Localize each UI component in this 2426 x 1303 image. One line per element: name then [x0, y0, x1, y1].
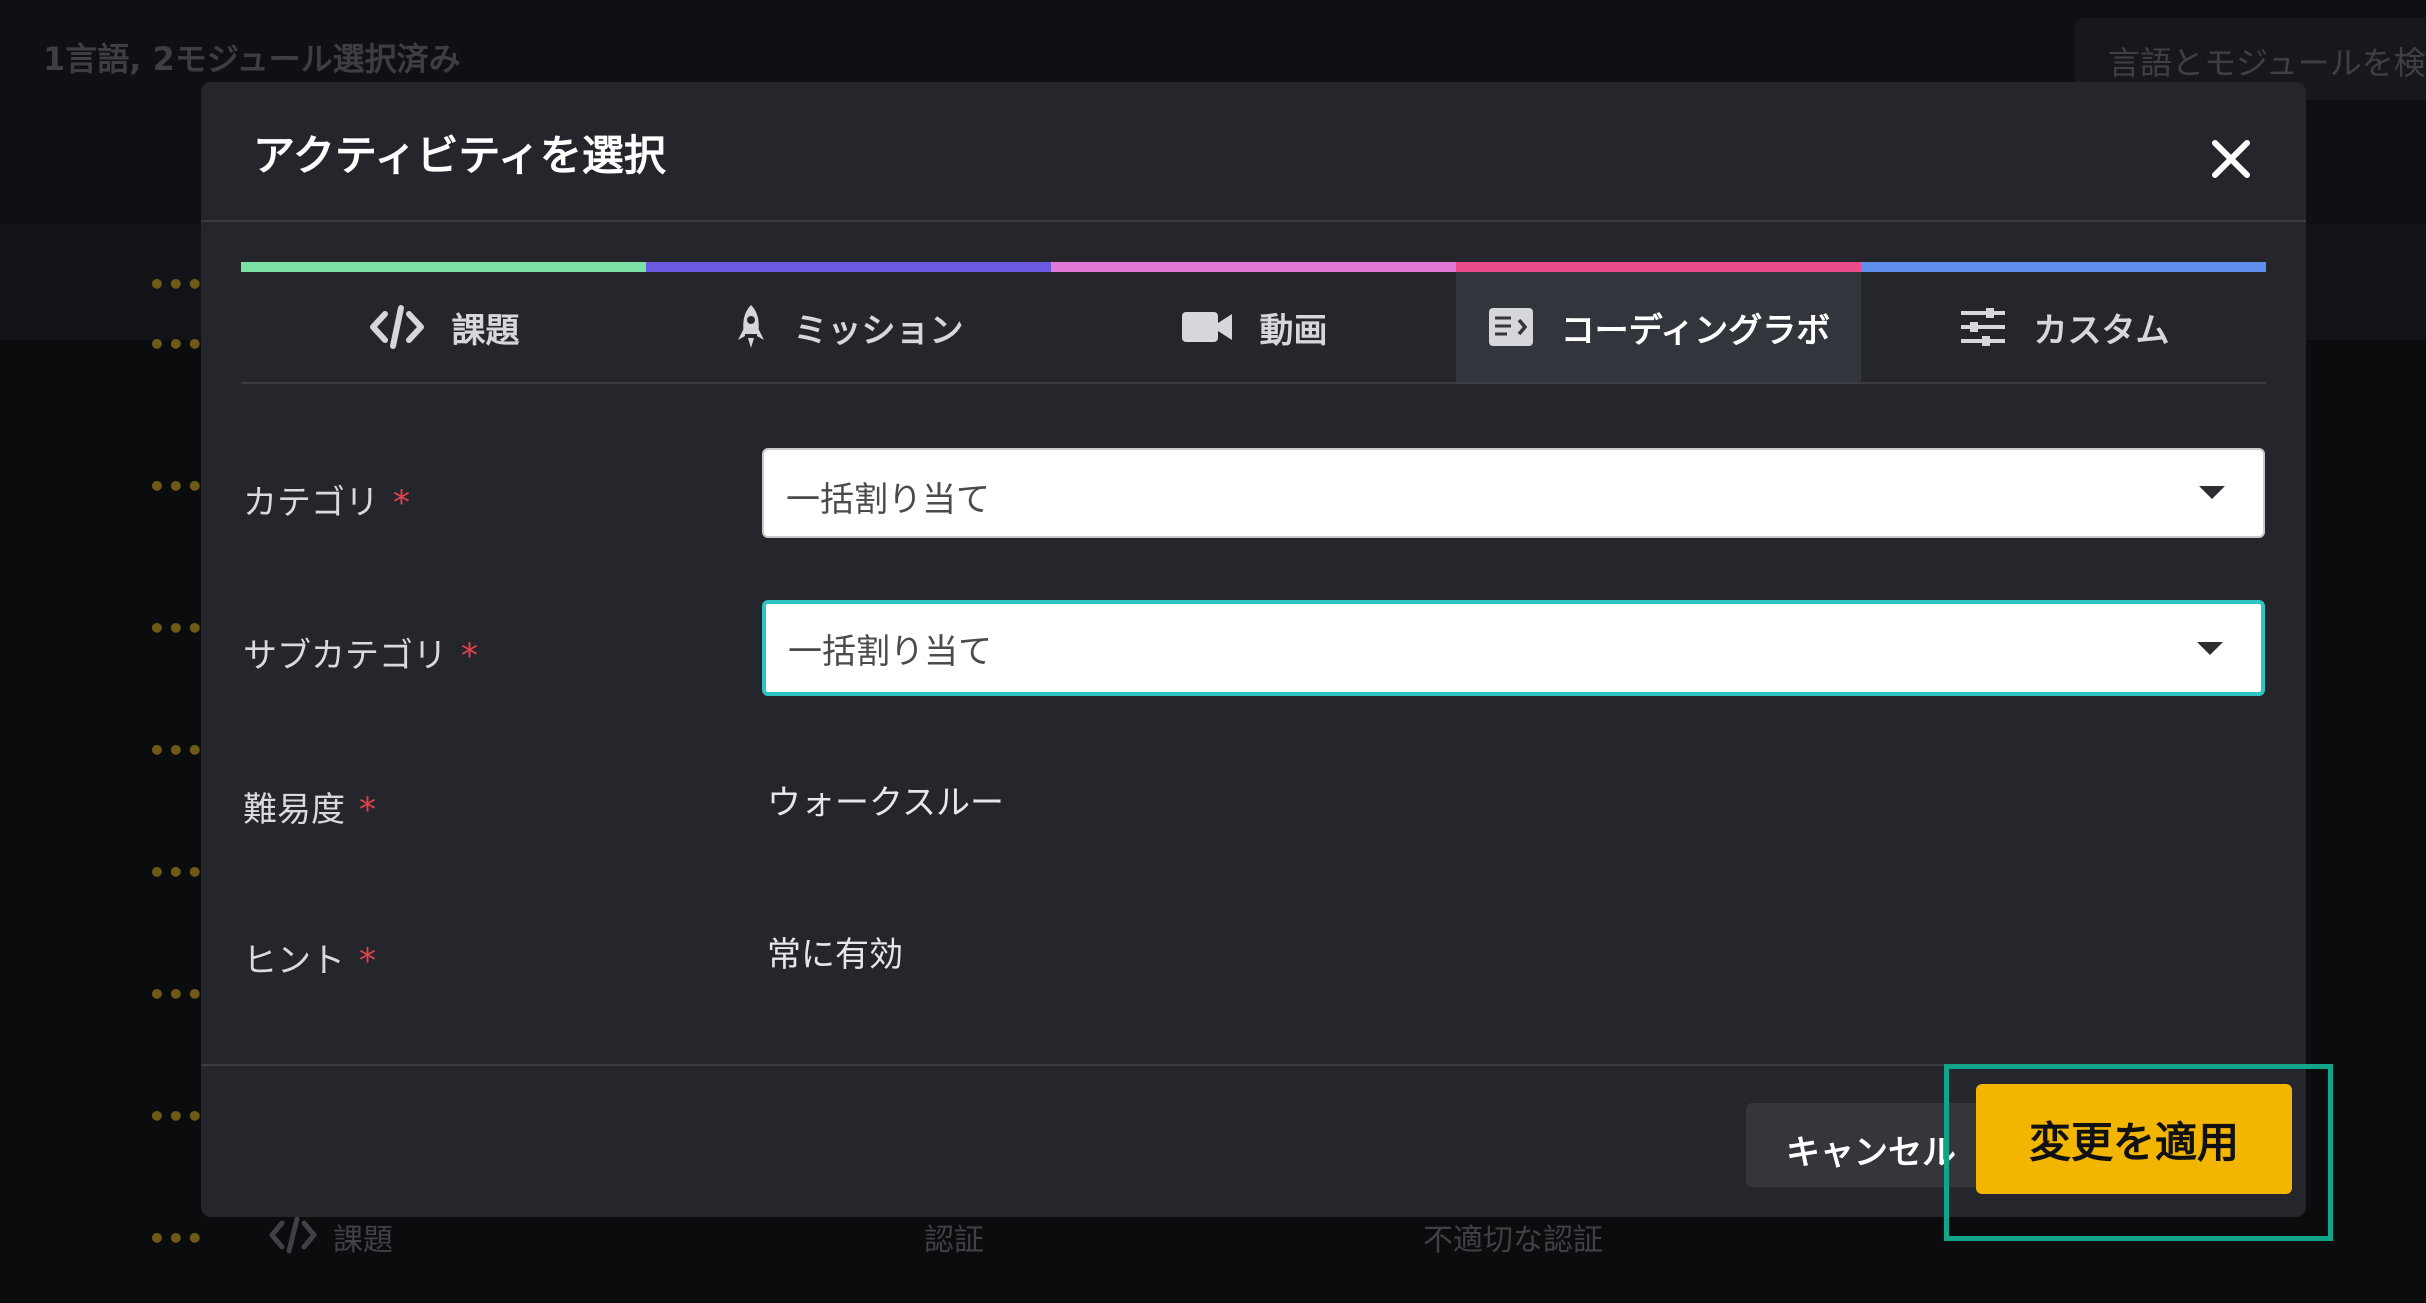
select-value: 一括割り当て — [788, 632, 992, 672]
cancel-button[interactable]: キャンセル — [1746, 1103, 1996, 1187]
tab-video[interactable]: 動画 — [1051, 262, 1456, 382]
category-select[interactable]: 一括割り当て — [762, 448, 2265, 538]
row-menu-icon[interactable]: ••• — [148, 268, 205, 301]
tab-label: 動画 — [1259, 310, 1328, 351]
chevron-down-icon — [2197, 642, 2223, 655]
subcategory-select[interactable]: 一括割り当て — [762, 600, 2265, 696]
modal-header: アクティビティを選択 — [201, 82, 2306, 222]
sliders-icon — [1960, 308, 2005, 346]
apply-changes-button[interactable]: 変更を適用 — [1976, 1084, 2292, 1194]
coding-lab-icon — [1488, 308, 1533, 346]
row-menu-icon[interactable]: ••• — [148, 1100, 205, 1133]
hint-value: 常に有効 — [767, 935, 903, 975]
selection-summary: 1言語, 2モジュール選択済み — [43, 40, 461, 78]
row-menu-icon[interactable]: ••• — [148, 328, 205, 361]
tab-label: コーディングラボ — [1560, 310, 1831, 351]
tabs-divider — [241, 382, 2266, 384]
tab-custom[interactable]: カスタム — [1861, 262, 2266, 382]
tab-coding-lab[interactable]: コーディングラボ — [1456, 262, 1861, 382]
label-text: カテゴリ — [243, 483, 379, 523]
row-menu-icon[interactable]: ••• — [148, 978, 205, 1011]
category-label: カテゴリ * — [243, 475, 410, 524]
row-menu-icon[interactable]: ••• — [148, 856, 205, 889]
tab-label: カスタム — [2033, 310, 2170, 351]
label-text: サブカテゴリ — [243, 636, 447, 676]
video-camera-icon — [1181, 312, 1232, 342]
modal-footer: キャンセル 変更を適用 — [201, 1064, 2306, 1217]
subcategory-label: サブカテゴリ * — [243, 628, 478, 677]
rocket-icon — [737, 305, 764, 348]
row-type-icon — [268, 1215, 318, 1263]
row-type: 課題 — [333, 1223, 393, 1258]
tab-mission[interactable]: ミッション — [646, 262, 1051, 382]
hint-label: ヒント * — [243, 933, 376, 982]
label-text: 難易度 — [243, 790, 345, 830]
close-button[interactable] — [2201, 129, 2261, 189]
close-icon — [2212, 140, 2250, 178]
modal-title: アクティビティを選択 — [253, 131, 666, 180]
difficulty-label: 難易度 * — [243, 782, 376, 831]
difficulty-value: ウォークスルー — [767, 783, 1004, 823]
tab-label: ミッション — [793, 310, 964, 351]
required-mark: * — [393, 483, 410, 523]
required-mark: * — [359, 941, 376, 981]
row-subcategory: 不適切な認証 — [1423, 1223, 1603, 1258]
required-mark: * — [359, 790, 376, 830]
label-text: ヒント — [243, 941, 345, 981]
code-icon — [369, 305, 424, 349]
activity-tabs: 課題 ミッション 動画 コーディングラボ カスタム — [241, 262, 2266, 382]
tab-challenge[interactable]: 課題 — [241, 262, 646, 382]
row-menu-icon[interactable]: ••• — [148, 734, 205, 767]
row-menu-icon[interactable]: ••• — [148, 470, 205, 503]
chevron-down-icon — [2199, 486, 2225, 499]
select-activity-modal: アクティビティを選択 課題 ミッション 動画 コーディングラボ カスタム カテゴ… — [201, 82, 2306, 1217]
select-value: 一括割り当て — [786, 480, 990, 520]
row-category: 認証 — [924, 1223, 984, 1258]
required-mark: * — [461, 636, 478, 676]
tab-label: 課題 — [451, 310, 520, 351]
row-menu-icon[interactable]: ••• — [148, 612, 205, 645]
